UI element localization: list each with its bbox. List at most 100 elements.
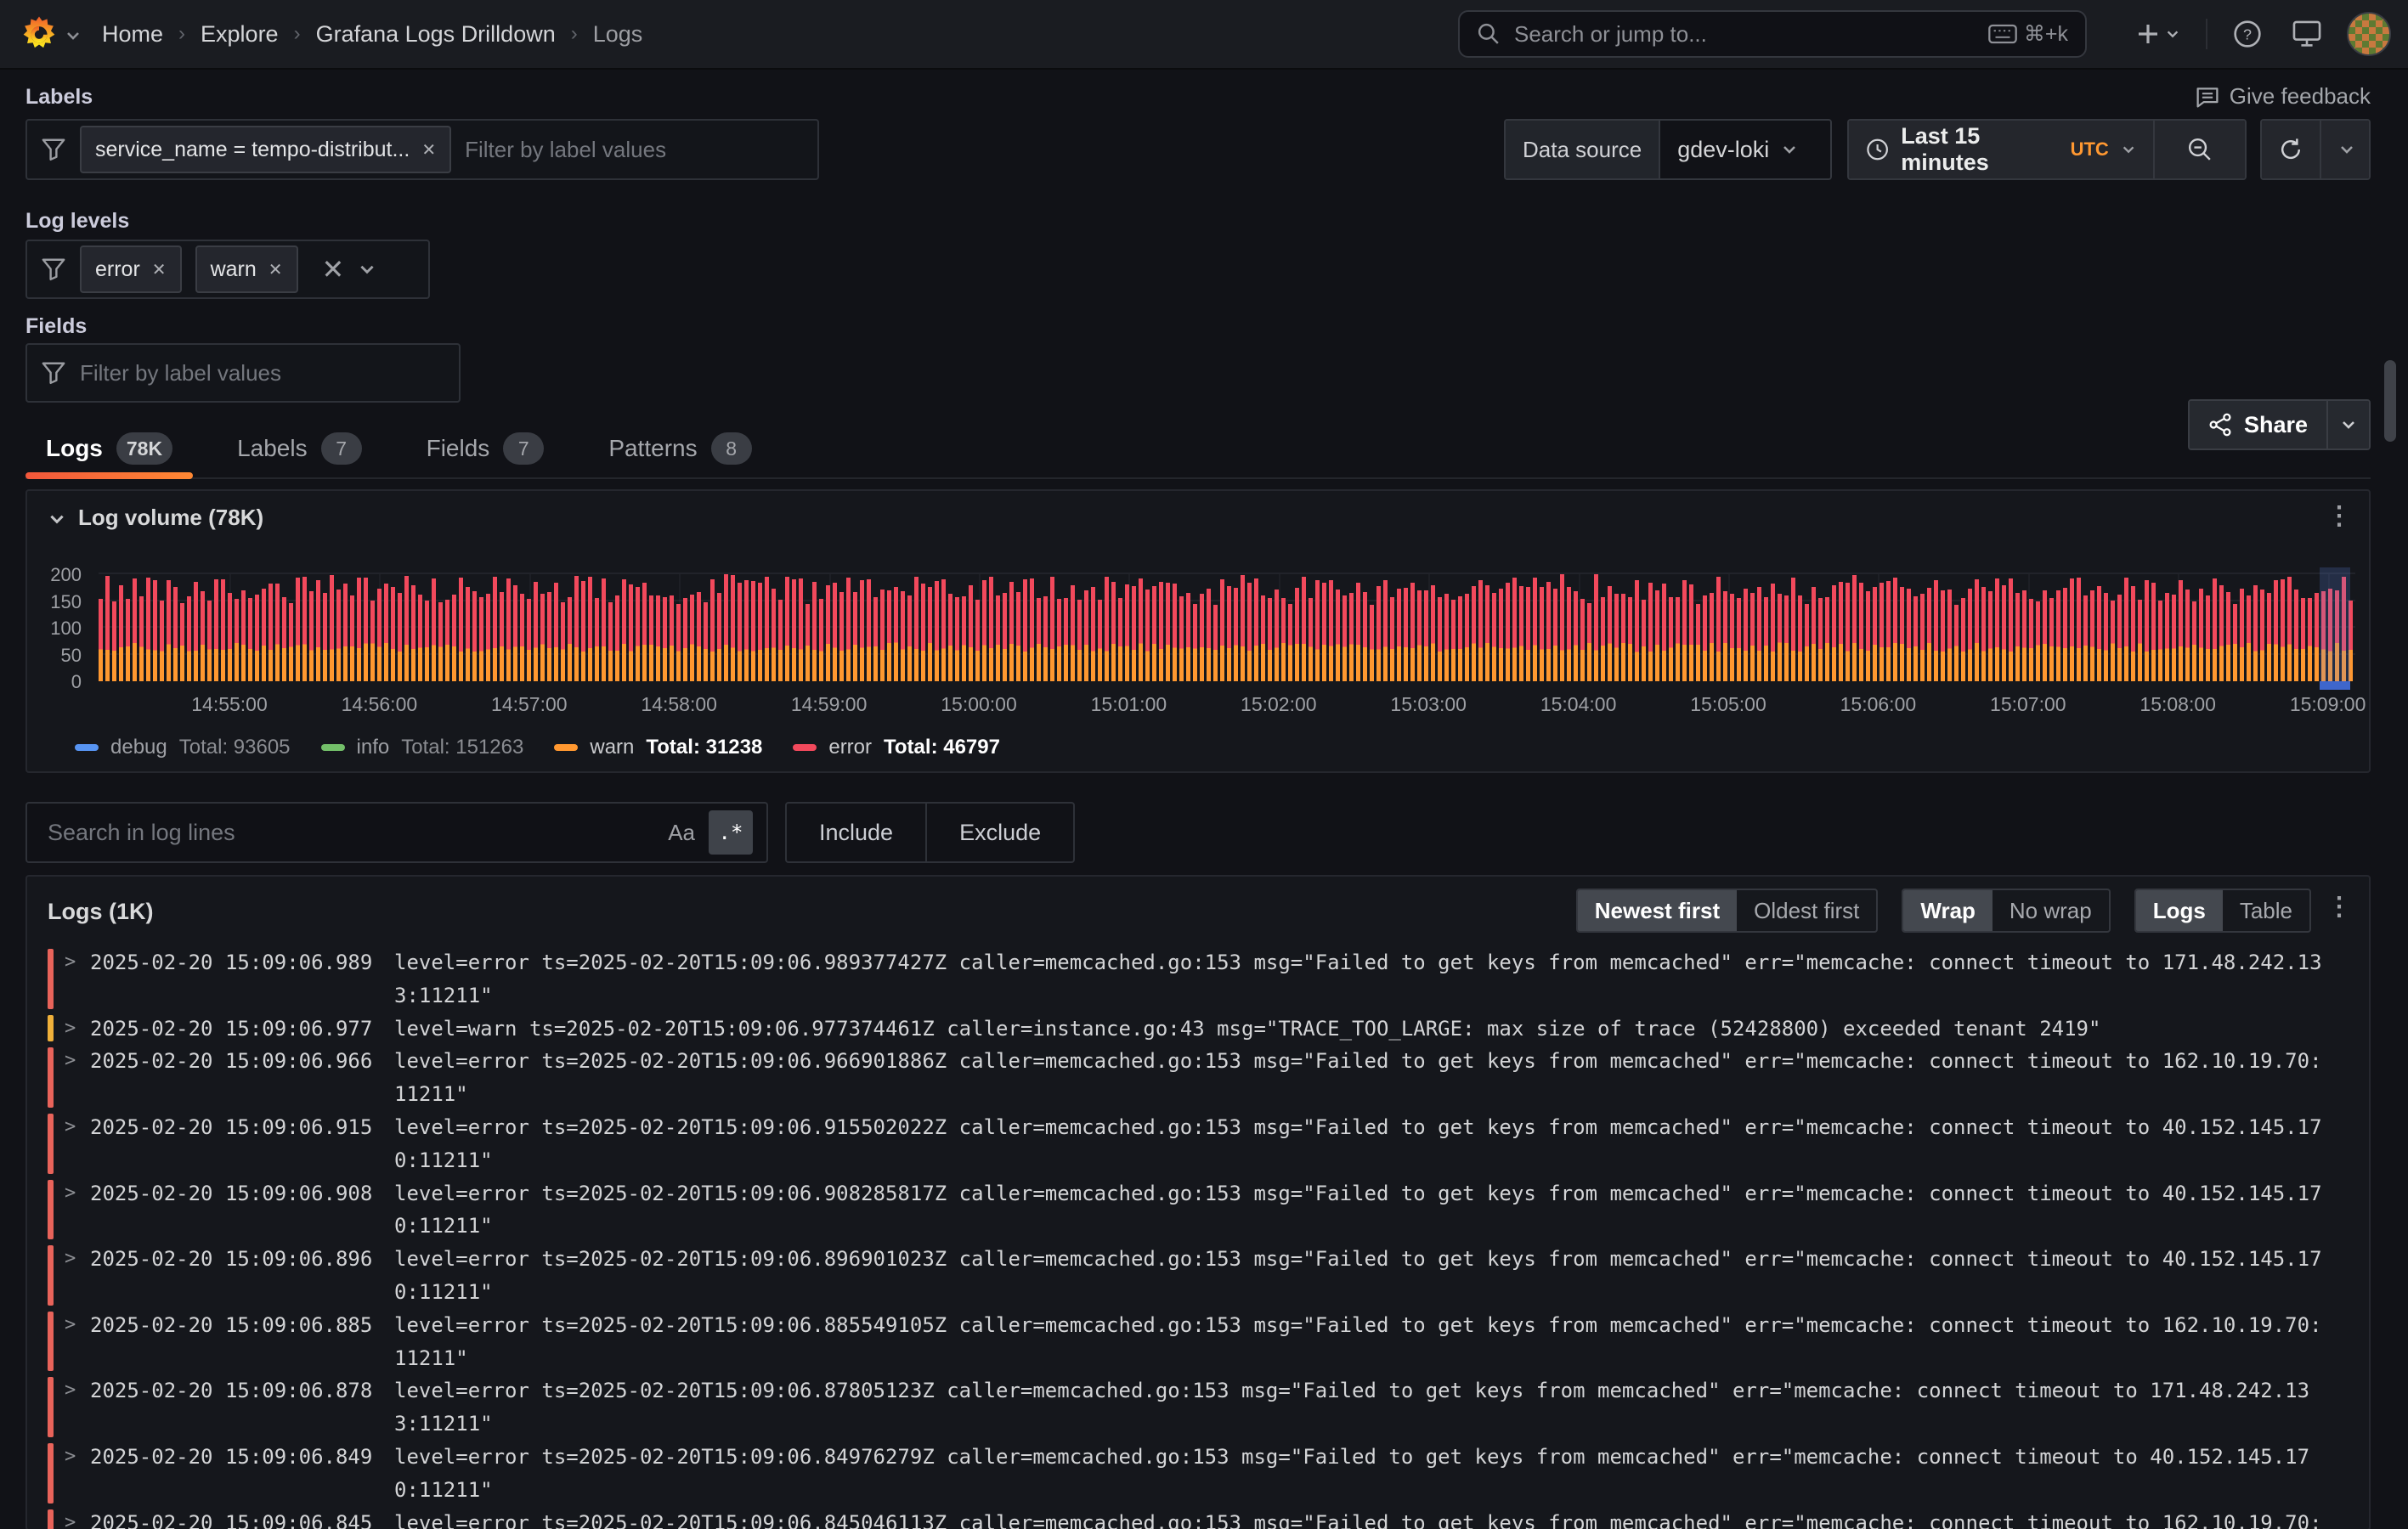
log-row[interactable]: >2025-02-20 15:09:06.849level=error ts=2… — [27, 1441, 2369, 1507]
panel-menu-icon[interactable]: ⋮ — [2326, 503, 2352, 530]
wrap-option-wrap[interactable]: Wrap — [1903, 890, 1993, 931]
level-chip-warn[interactable]: warn✕ — [195, 245, 298, 293]
expand-row-icon[interactable]: > — [65, 1507, 76, 1529]
volume-bar — [1703, 595, 1707, 681]
tab-logs[interactable]: Logs78K — [25, 420, 193, 477]
log-line-search[interactable]: Search in log lines Aa .* — [25, 802, 768, 863]
refresh-button[interactable] — [2262, 121, 2320, 178]
expand-row-icon[interactable]: > — [65, 1441, 76, 1474]
log-row[interactable]: >2025-02-20 15:09:06.915level=error ts=2… — [27, 1111, 2369, 1177]
volume-bar — [975, 600, 980, 681]
search-input[interactable]: Search or jump to... ⌘+k — [1458, 10, 2087, 58]
log-line-search-placeholder: Search in log lines — [41, 820, 654, 846]
level-chip-error[interactable]: error✕ — [80, 245, 182, 293]
give-feedback-link[interactable]: Give feedback — [2196, 83, 2371, 110]
log-row[interactable]: >2025-02-20 15:09:06.896level=error ts=2… — [27, 1243, 2369, 1309]
share-button[interactable]: Share — [2190, 401, 2326, 449]
legend-item-debug[interactable]: debugTotal: 93605 — [75, 736, 291, 759]
volume-bar — [432, 578, 436, 681]
volume-bar — [751, 581, 755, 681]
legend-item-warn[interactable]: warnTotal: 31238 — [554, 736, 762, 759]
grafana-logo-icon[interactable] — [20, 15, 58, 53]
org-switcher-chevron-icon[interactable] — [65, 27, 82, 44]
clear-levels-icon[interactable]: ✕ — [322, 253, 345, 285]
regex-toggle[interactable]: .* — [709, 810, 753, 855]
exclude-button[interactable]: Exclude — [925, 804, 1073, 861]
zoom-out-button[interactable] — [2153, 121, 2245, 178]
volume-bar — [860, 580, 864, 681]
log-row[interactable]: >2025-02-20 15:09:06.845level=error ts=2… — [27, 1507, 2369, 1529]
tab-labels[interactable]: Labels7 — [217, 420, 382, 477]
volume-bar — [384, 584, 388, 681]
volume-bar — [1009, 582, 1014, 681]
log-message: level=error ts=2025-02-20T15:09:06.90828… — [394, 1177, 2325, 1244]
remove-level-filter-icon[interactable]: ✕ — [268, 259, 283, 280]
labels-filter-box[interactable]: service_name = tempo-distribut... ✕ Filt… — [25, 119, 819, 180]
volume-bar — [1241, 575, 1245, 681]
add-new-button[interactable] — [2136, 22, 2180, 46]
breadcrumb-item-home[interactable]: Home — [102, 21, 163, 48]
fields-filter-box[interactable]: Filter by label values — [25, 343, 461, 403]
refresh-interval-dropdown[interactable] — [2320, 121, 2371, 178]
volume-bar — [309, 591, 314, 681]
sort-option-oldest-first[interactable]: Oldest first — [1737, 890, 1876, 931]
volume-bar — [2151, 583, 2156, 681]
tab-fields[interactable]: Fields7 — [406, 420, 565, 477]
breadcrumb-item-logs[interactable]: Logs — [593, 21, 643, 48]
expand-row-icon[interactable]: > — [65, 946, 76, 979]
collapse-chevron-icon[interactable] — [48, 510, 66, 528]
remove-level-filter-icon[interactable]: ✕ — [152, 259, 167, 280]
legend-item-info[interactable]: infoTotal: 151263 — [321, 736, 524, 759]
remove-label-filter-icon[interactable]: ✕ — [421, 139, 436, 161]
volume-bar — [486, 594, 490, 681]
log-row[interactable]: >2025-02-20 15:09:06.966level=error ts=2… — [27, 1045, 2369, 1111]
volume-bar — [1642, 600, 1646, 681]
volume-bar — [2124, 578, 2128, 681]
include-button[interactable]: Include — [787, 804, 925, 861]
legend-item-error[interactable]: errorTotal: 46797 — [793, 736, 1000, 759]
log-volume-panel-header[interactable]: Log volume (78K) ⋮ — [27, 491, 2369, 542]
news-button[interactable] — [2292, 20, 2321, 48]
volume-bar — [2287, 577, 2292, 681]
datasource-picker[interactable]: gdev-loki — [1659, 121, 1830, 178]
volume-bar — [1580, 599, 1585, 681]
legend-series-total: Total: 151263 — [401, 736, 523, 759]
expand-row-icon[interactable]: > — [65, 1243, 76, 1276]
log-levels-filter-box[interactable]: error✕ warn✕ ✕ — [25, 240, 430, 299]
help-button[interactable]: ? — [2233, 20, 2262, 48]
expand-row-icon[interactable]: > — [65, 1309, 76, 1342]
volume-bar — [133, 578, 137, 681]
expand-row-icon[interactable]: > — [65, 1111, 76, 1144]
panel-menu-icon[interactable]: ⋮ — [2326, 894, 2352, 921]
tab-patterns[interactable]: Patterns8 — [588, 420, 772, 477]
log-volume-chart[interactable] — [99, 574, 2355, 681]
breadcrumb-item-grafana-logs-drilldown[interactable]: Grafana Logs Drilldown — [316, 21, 556, 48]
expand-row-icon[interactable]: > — [65, 1177, 76, 1210]
expand-row-icon[interactable]: > — [65, 1374, 76, 1408]
volume-bar — [2029, 599, 2033, 681]
expand-row-icon[interactable]: > — [65, 1045, 76, 1078]
view-option-logs[interactable]: Logs — [2136, 890, 2223, 931]
volume-bar — [1417, 590, 1422, 681]
log-row[interactable]: >2025-02-20 15:09:06.885level=error ts=2… — [27, 1309, 2369, 1375]
label-filter-chip[interactable]: service_name = tempo-distribut... ✕ — [80, 126, 451, 173]
log-row[interactable]: >2025-02-20 15:09:06.908level=error ts=2… — [27, 1177, 2369, 1244]
monitor-icon — [2292, 20, 2321, 48]
user-avatar[interactable] — [2347, 12, 2391, 56]
x-axis-tick-label: 15:06:00 — [1840, 693, 1917, 716]
view-option-table[interactable]: Table — [2223, 890, 2309, 931]
log-row[interactable]: >2025-02-20 15:09:06.878level=error ts=2… — [27, 1374, 2369, 1441]
share-dropdown-button[interactable] — [2326, 401, 2369, 449]
breadcrumb-item-explore[interactable]: Explore — [201, 21, 279, 48]
log-row[interactable]: >2025-02-20 15:09:06.989level=error ts=2… — [27, 946, 2369, 1013]
time-picker-group: Last 15 minutes UTC — [1847, 119, 2247, 180]
volume-bar — [187, 596, 191, 681]
case-sensitivity-toggle[interactable]: Aa — [654, 820, 709, 846]
page-scrollbar-thumb[interactable] — [2384, 360, 2396, 442]
chevron-down-icon[interactable] — [358, 260, 376, 279]
expand-row-icon[interactable]: > — [65, 1013, 76, 1046]
time-range-button[interactable]: Last 15 minutes UTC — [1849, 121, 2153, 178]
sort-option-newest-first[interactable]: Newest first — [1578, 890, 1737, 931]
wrap-option-no-wrap[interactable]: No wrap — [1993, 890, 2109, 931]
log-row[interactable]: >2025-02-20 15:09:06.977level=warn ts=20… — [27, 1013, 2369, 1046]
